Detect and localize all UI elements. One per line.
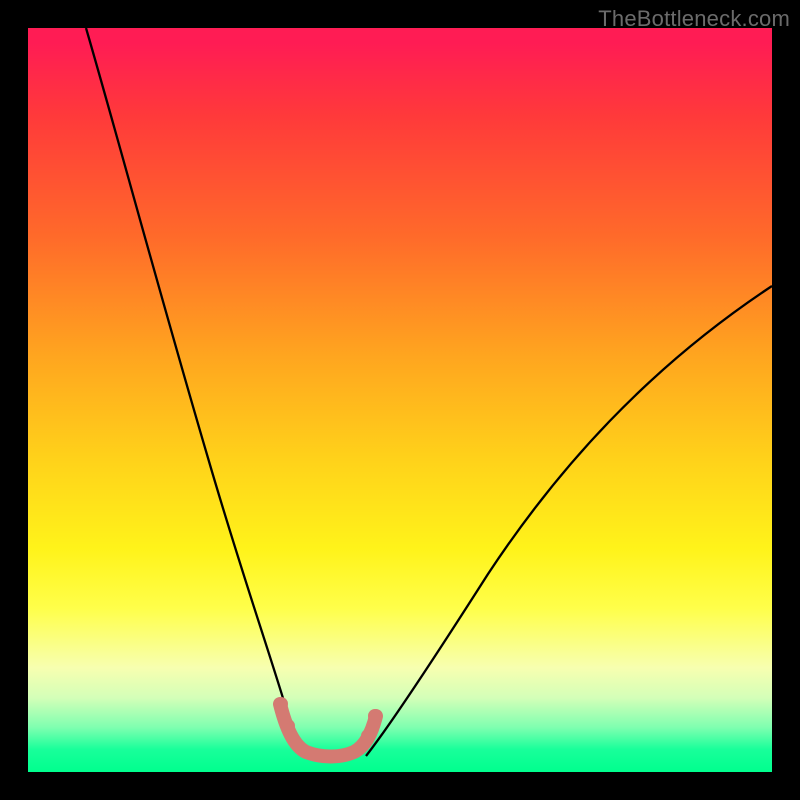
trough-bead	[281, 719, 295, 733]
trough-bead	[368, 709, 382, 723]
plot-area	[28, 28, 772, 772]
left-curve	[86, 28, 304, 756]
curves-svg	[28, 28, 772, 772]
trough-bead	[274, 697, 288, 711]
watermark-text: TheBottleneck.com	[598, 6, 790, 32]
trough-bead	[361, 729, 375, 743]
chart-frame: TheBottleneck.com	[0, 0, 800, 800]
right-curve	[366, 286, 772, 756]
trough-marker	[280, 704, 376, 757]
